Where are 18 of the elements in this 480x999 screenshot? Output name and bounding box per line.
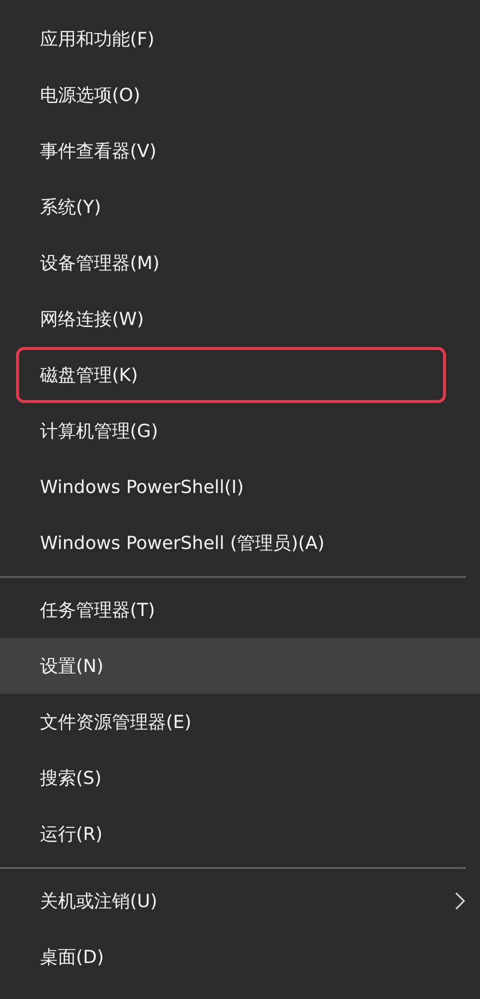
menu-item[interactable]: 桌面(D) xyxy=(0,929,480,985)
menu-item[interactable]: 系统(Y) xyxy=(0,179,480,235)
menu-item[interactable]: 设置(N) xyxy=(0,638,480,694)
menu-item[interactable]: 搜索(S) xyxy=(0,750,480,806)
menu-item[interactable]: 设备管理器(M) xyxy=(0,235,480,291)
menu-item[interactable]: 文件资源管理器(E) xyxy=(0,694,480,750)
menu-item[interactable]: Windows PowerShell(I) xyxy=(0,459,480,515)
menu-item[interactable]: 网络连接(W) xyxy=(0,291,480,347)
menu-item[interactable]: 关机或注销(U) xyxy=(0,873,480,929)
chevron-right-icon xyxy=(454,891,466,911)
menu-item[interactable]: 计算机管理(G) xyxy=(0,403,480,459)
menu-item[interactable]: 运行(R) xyxy=(0,806,480,862)
menu-item[interactable]: Windows PowerShell (管理员)(A) xyxy=(0,515,480,571)
menu-item[interactable]: 任务管理器(T) xyxy=(0,582,480,638)
menu-item[interactable]: 磁盘管理(K) xyxy=(0,347,480,403)
menu-item[interactable]: 电源选项(O) xyxy=(0,67,480,123)
menu-item[interactable]: 事件查看器(V) xyxy=(0,123,480,179)
menu-item[interactable]: 应用和功能(F) xyxy=(0,11,480,67)
